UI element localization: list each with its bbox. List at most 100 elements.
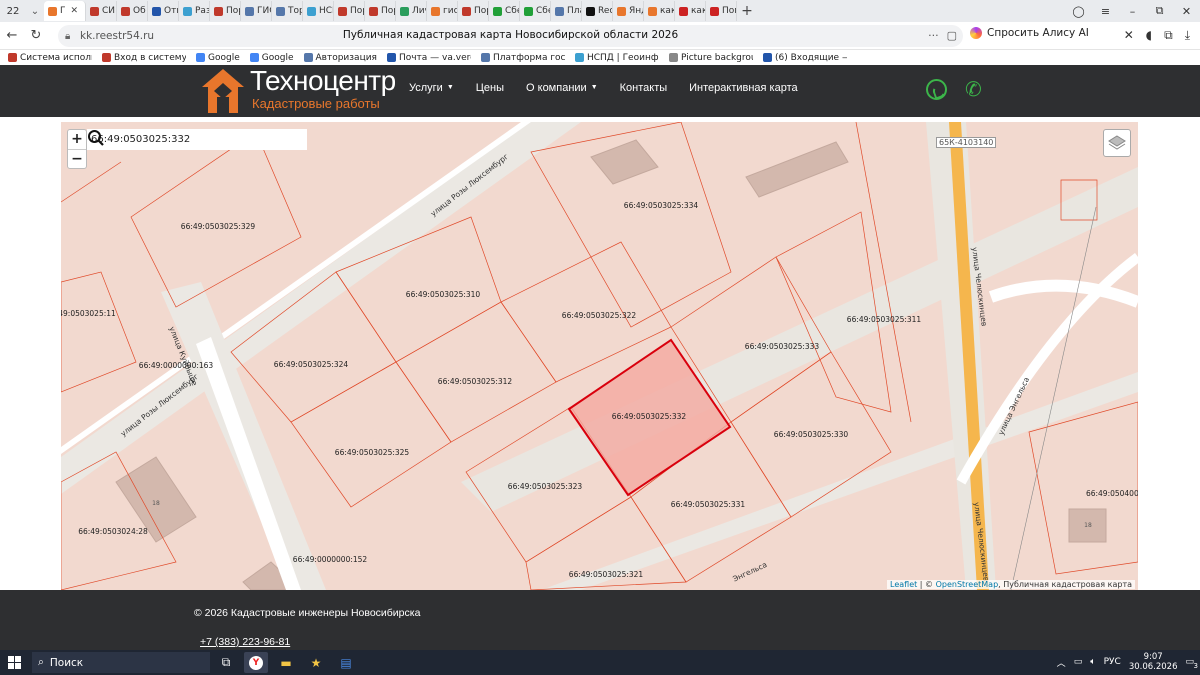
close-window-button[interactable]: ✕	[1173, 5, 1200, 18]
browser-tab[interactable]: Rec	[582, 1, 613, 21]
nav-item[interactable]: О компании ▼	[526, 82, 598, 94]
parcel-label[interactable]: 66:49:0503025:332	[612, 412, 687, 421]
volume-icon[interactable]: 🔈︎	[1090, 657, 1095, 667]
bookmark-icon[interactable]: ▢	[947, 29, 957, 42]
bookmark-item[interactable]: (6) Входящие — P	[762, 53, 847, 63]
alice-button[interactable]: Спросить Алису AI	[970, 27, 1089, 39]
parcel-search-input[interactable]	[87, 134, 277, 145]
zoom-out-button[interactable]: −	[68, 149, 86, 168]
tray-chevron-icon[interactable]: ︿	[1057, 656, 1066, 669]
parcel-label[interactable]: 66:49:0503025:331	[671, 500, 746, 509]
browser-tab[interactable]: Сбе	[520, 1, 551, 21]
parcel-label[interactable]: 66:49:0503025:324	[274, 360, 349, 369]
restore-button[interactable]: ⧉	[1146, 4, 1173, 18]
reload-icon[interactable]: ↻	[24, 28, 48, 43]
whatsapp-icon[interactable]	[926, 79, 947, 100]
star-app-icon[interactable]: ★	[304, 652, 328, 673]
parcel-label[interactable]: 66:49:0000000:152	[293, 555, 368, 564]
notifications-icon[interactable]: ▭ 3	[1185, 657, 1198, 670]
new-tab-button[interactable]: +	[737, 3, 757, 19]
download-icon[interactable]: ⤓	[1185, 28, 1190, 43]
browser-tab[interactable]: Пла	[551, 1, 582, 21]
back-arrow-icon[interactable]: ←	[0, 28, 24, 43]
bookmark-item[interactable]: Picture backgroun	[668, 53, 753, 63]
browser-tab[interactable]: СИ	[86, 1, 117, 21]
profile-icon[interactable]: ◯	[1065, 5, 1092, 18]
parcel-label[interactable]: 66:49:0503025:322	[562, 311, 637, 320]
tools-icon[interactable]: ✕	[1124, 28, 1134, 43]
bookmark-item[interactable]: НСПД | Геоинфор	[574, 53, 659, 63]
language-indicator[interactable]: РУС	[1104, 657, 1121, 667]
nav-item[interactable]: Интерактивная карта	[689, 82, 798, 94]
phone-icon[interactable]: ✆	[965, 77, 982, 101]
more-dots-icon[interactable]: ···	[928, 29, 939, 42]
bookmark-item[interactable]: Google	[249, 53, 294, 63]
browser-tab[interactable]: Пог	[706, 1, 737, 21]
browser-tab[interactable]: Об	[117, 1, 148, 21]
parcel-label[interactable]: 66:49:0503025:334	[624, 201, 699, 210]
bookmark-item[interactable]: Платформа госуд	[480, 53, 565, 63]
parcel-label[interactable]: 66:49:0503025:312	[438, 377, 513, 386]
yandex-browser-icon[interactable]: Y	[244, 652, 268, 673]
map-canvas[interactable]: 66:49:0503025:329 66:49:0503025:334 66:49:…	[61, 122, 1138, 590]
osm-link[interactable]: OpenStreetMap	[936, 580, 999, 589]
cadastral-map[interactable]: 66:49:0503025:329 66:49:0503025:334 66:49:…	[61, 122, 1138, 590]
document-app-icon[interactable]: ▤	[334, 652, 358, 673]
parcel-label[interactable]: 66:49:0503024:28	[78, 527, 148, 536]
minimize-button[interactable]: –	[1119, 5, 1146, 18]
tab-close-icon[interactable]: ✕	[71, 6, 79, 16]
bookmark-item[interactable]: Почта — va.verest	[386, 53, 471, 63]
browser-tab[interactable]: Г ✕	[44, 1, 86, 21]
browser-tab[interactable]: Отп	[148, 1, 179, 21]
file-explorer-icon[interactable]: ▬	[274, 652, 298, 673]
browser-tab[interactable]: как	[644, 1, 675, 21]
browser-tab[interactable]: Пор	[458, 1, 489, 21]
bookmark-item[interactable]: Система исполне	[8, 53, 92, 63]
nav-item[interactable]: Услуги ▼	[409, 82, 454, 94]
bookmark-item[interactable]: Авторизация	[303, 53, 377, 63]
browser-tab[interactable]: Пор	[210, 1, 241, 21]
extensions-icon[interactable]: ⧉	[1164, 28, 1173, 43]
nav-item[interactable]: Контакты	[620, 82, 668, 94]
search-icon[interactable]	[87, 129, 105, 147]
browser-tab[interactable]: Янд	[613, 1, 644, 21]
logo-title[interactable]: Техноцентр	[250, 65, 396, 97]
parcel-label[interactable]: 66:49:0504003:	[1086, 489, 1138, 498]
address-field[interactable]: 🔒︎ kk.reestr54.ru Публичная кадастровая …	[58, 25, 963, 47]
browser-tab[interactable]: гис	[427, 1, 458, 21]
nav-item[interactable]: Цены	[476, 82, 504, 94]
parcel-label[interactable]: 66:49:0503025:310	[406, 290, 481, 299]
browser-tab[interactable]: Сбе	[489, 1, 520, 21]
browser-tab[interactable]: Тор	[272, 1, 303, 21]
tab-counter[interactable]: 22	[2, 2, 24, 20]
parcel-label[interactable]: 66:49:0503025:11	[61, 309, 116, 318]
taskbar-search[interactable]: ⌕ Поиск	[32, 652, 210, 673]
browser-tab[interactable]: Раз	[179, 1, 210, 21]
browser-tab[interactable]: ГИС	[241, 1, 272, 21]
layers-button[interactable]	[1103, 129, 1131, 157]
browser-tab[interactable]: Пор	[365, 1, 396, 21]
bookmark-item[interactable]: Google	[196, 53, 240, 63]
menu-icon[interactable]: ≡	[1092, 5, 1119, 18]
shield-icon[interactable]: ◖	[1146, 28, 1152, 43]
bookmark-item[interactable]: Вход в систему э	[102, 53, 186, 63]
clock[interactable]: 9:07 30.06.2026	[1129, 652, 1178, 672]
parcel-label[interactable]: 66:49:0000000:163	[139, 361, 214, 370]
network-icon[interactable]: ▭	[1074, 657, 1083, 667]
browser-tab[interactable]: Лич	[396, 1, 427, 21]
tab-list-chevron-icon[interactable]: ⌄	[26, 6, 44, 17]
footer-phone-link[interactable]: +7 (383) 223-96-81	[200, 636, 290, 648]
parcel-label[interactable]: 66:49:0503025:321	[569, 570, 644, 579]
parcel-label[interactable]: 66:49:0503025:329	[181, 222, 256, 231]
logo-icon[interactable]	[200, 67, 246, 115]
parcel-label[interactable]: 66:49:0503025:333	[745, 342, 820, 351]
parcel-label[interactable]: 66:49:0503025:325	[335, 448, 410, 457]
parcel-label[interactable]: 66:49:0503025:323	[508, 482, 583, 491]
leaflet-link[interactable]: Leaflet	[890, 580, 917, 589]
parcel-label[interactable]: 66:49:0503025:330	[774, 430, 849, 439]
zoom-in-button[interactable]: +	[68, 130, 86, 149]
task-view-icon[interactable]: ⧉	[214, 652, 238, 673]
browser-tab[interactable]: Пор	[334, 1, 365, 21]
browser-tab[interactable]: как	[675, 1, 706, 21]
parcel-label[interactable]: 66:49:0503025:311	[847, 315, 922, 324]
